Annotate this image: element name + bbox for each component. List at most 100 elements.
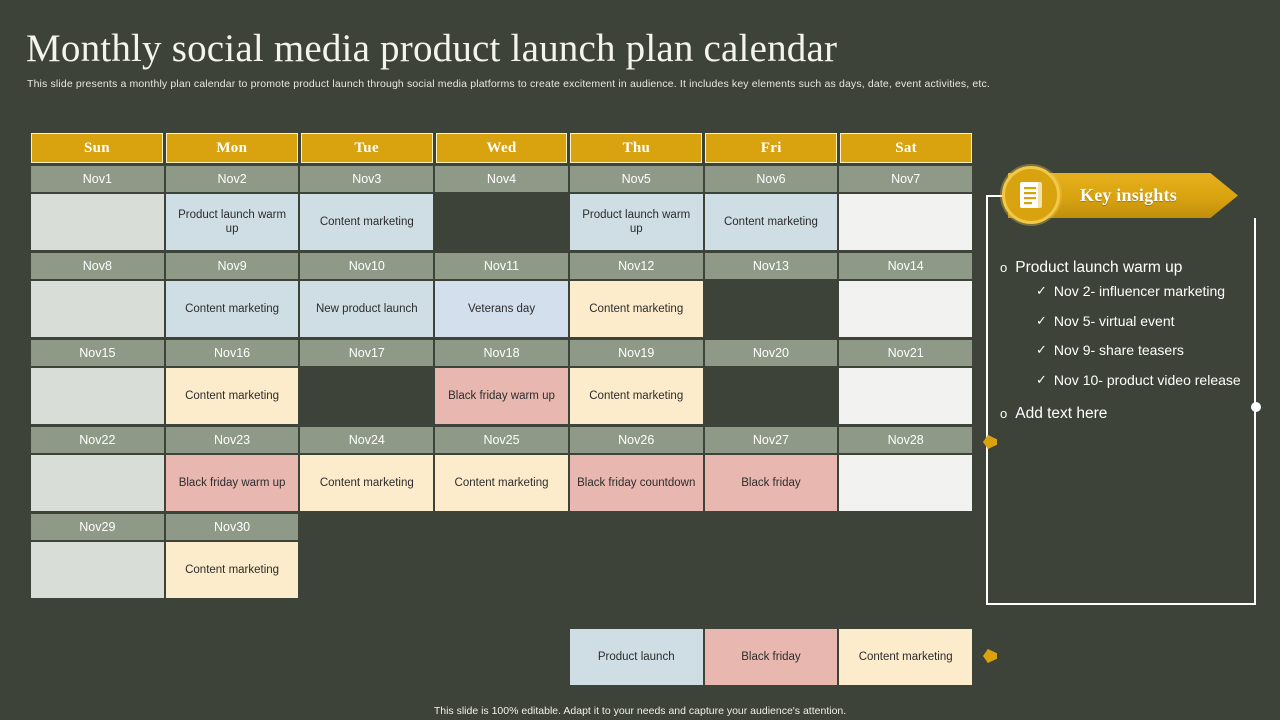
key-insight-item[interactable]: ✓ Nov 5- virtual event [1036,313,1252,331]
calendar-event-cell[interactable]: Content marketing [165,281,299,337]
calendar-date-label: Nov1 [31,166,164,192]
calendar-event-cell[interactable] [839,281,973,337]
calendar-day-cell[interactable]: Nov19 Content marketing [569,340,703,424]
calendar-day-cell[interactable]: Content marketing [839,601,973,685]
calendar-day-cell[interactable]: Nov26 Black friday countdown [569,427,703,511]
calendar-day-cell[interactable]: Nov16 Content marketing [165,340,299,424]
calendar-event-cell[interactable]: Content marketing [839,629,973,685]
calendar-event-cell[interactable]: Black friday warm up [435,368,568,424]
panel-resize-handle[interactable] [1251,402,1261,412]
calendar-event-cell[interactable]: Product launch warm up [569,194,703,250]
calendar-date-label: Nov28 [839,427,973,453]
calendar-event-cell[interactable] [31,281,164,337]
calendar-date-label [300,601,434,627]
calendar-event-cell[interactable]: Content marketing [569,281,703,337]
calendar-day-cell[interactable]: Nov21 [839,340,973,424]
calendar-date-label: Nov21 [839,340,973,366]
calendar-event-cell[interactable]: Content marketing [300,194,434,250]
calendar-day-header-row: Sun Mon Tue Wed Thu Fri Sat [31,133,973,163]
calendar-day-cell[interactable]: Nov3 Content marketing [300,166,434,250]
calendar-event-cell[interactable] [704,368,838,424]
calendar-event-cell[interactable] [435,194,568,250]
calendar-event-cell[interactable]: Content marketing [300,455,434,511]
calendar-event-cell[interactable]: Content marketing [435,455,568,511]
calendar-weeks: Nov1 Nov2 Product launch warm up Nov3 Conten… [31,166,973,685]
key-insight-item[interactable]: ✓ Nov 9- share teasers [1036,342,1252,360]
calendar-event-cell[interactable] [165,629,299,685]
calendar-event-cell[interactable]: New product launch [300,281,434,337]
calendar-event-cell[interactable] [839,455,973,511]
calendar-day-cell[interactable]: Nov30 Content marketing [165,514,299,598]
key-insight-item[interactable]: ✓ Nov 10- product video release [1036,372,1252,390]
calendar-day-cell[interactable]: Nov18 Black friday warm up [435,340,568,424]
calendar-day-cell[interactable]: Nov4 [435,166,568,250]
calendar-date-label: Nov5 [569,166,703,192]
calendar-day-cell[interactable]: Nov23 Black friday warm up [165,427,299,511]
calendar-day-cell[interactable]: Nov29 [31,514,164,598]
calendar-event-cell[interactable] [300,368,434,424]
key-insight-heading[interactable]: o Add text here [1000,401,1252,429]
calendar-day-cell[interactable]: Nov14 [839,253,973,337]
calendar-event-cell[interactable]: Black friday [704,455,838,511]
calendar-day-cell[interactable]: Nov2 Product launch warm up [165,166,299,250]
calendar-date-label: Nov10 [300,253,434,279]
calendar-day-cell[interactable]: Nov13 [704,253,838,337]
calendar-event-cell[interactable] [31,542,164,598]
calendar-event-cell[interactable] [31,368,164,424]
calendar-event-cell[interactable]: Black friday countdown [569,455,703,511]
key-insight-item[interactable]: ✓ Nov 2- influencer marketing [1036,283,1252,301]
key-insight-item-label: Nov 9- share teasers [1053,342,1184,358]
calendar-day-cell[interactable] [704,514,838,598]
calendar-event-cell[interactable]: Content marketing [165,542,299,598]
calendar-event-cell[interactable] [31,629,164,685]
calendar-day-cell[interactable]: Nov1 [31,166,164,250]
calendar-day-cell[interactable] [435,601,568,685]
calendar-day-cell[interactable]: Nov20 [704,340,838,424]
calendar-day-cell[interactable]: Nov6 Content marketing [704,166,838,250]
calendar-day-cell[interactable]: Nov9 Content marketing [165,253,299,337]
calendar-event-cell[interactable] [839,542,973,598]
calendar-day-cell[interactable] [300,601,434,685]
calendar-event-cell[interactable]: Black friday [704,629,838,685]
calendar-day-cell[interactable]: Nov15 [31,340,164,424]
calendar-day-cell[interactable]: Nov7 [839,166,973,250]
calendar-day-cell[interactable]: Nov22 [31,427,164,511]
calendar-event-cell[interactable] [300,542,434,598]
calendar-event-cell[interactable]: Black friday warm up [165,455,299,511]
calendar-day-cell[interactable]: Black friday [704,601,838,685]
calendar-event-cell[interactable]: Content marketing [165,368,299,424]
calendar-event-cell[interactable]: Content marketing [704,194,838,250]
calendar-day-cell[interactable] [435,514,568,598]
calendar-event-cell[interactable] [435,629,568,685]
calendar-event-cell[interactable]: Product launch [569,629,703,685]
calendar-day-cell[interactable] [569,514,703,598]
calendar-day-cell[interactable]: Product launch [569,601,703,685]
calendar-day-cell[interactable]: Nov8 [31,253,164,337]
calendar-day-cell[interactable]: Nov17 [300,340,434,424]
calendar-day-cell[interactable]: Nov12 Content marketing [569,253,703,337]
calendar-event-cell[interactable]: Product launch warm up [165,194,299,250]
calendar-day-cell[interactable] [31,601,164,685]
calendar-event-cell[interactable] [704,281,838,337]
key-insight-heading[interactable]: o Product launch warm up [1000,255,1252,283]
calendar-event-cell[interactable] [300,629,434,685]
calendar-day-cell[interactable]: Nov5 Product launch warm up [569,166,703,250]
calendar-day-cell[interactable]: Nov10 New product launch [300,253,434,337]
calendar-event-cell[interactable] [31,455,164,511]
calendar-event-cell[interactable]: Veterans day [435,281,568,337]
calendar-day-cell[interactable]: Nov27 Black friday [704,427,838,511]
calendar-day-cell[interactable]: Nov28 [839,427,973,511]
calendar-event-cell[interactable] [704,542,838,598]
calendar-day-cell[interactable] [165,601,299,685]
calendar-day-cell[interactable] [839,514,973,598]
calendar-event-cell[interactable] [31,194,164,250]
calendar-day-cell[interactable]: Nov25 Content marketing [435,427,568,511]
calendar-event-cell[interactable] [839,368,973,424]
calendar-day-cell[interactable]: Nov11 Veterans day [435,253,568,337]
calendar-day-cell[interactable] [300,514,434,598]
calendar-event-cell[interactable] [435,542,568,598]
calendar-event-cell[interactable]: Content marketing [569,368,703,424]
calendar-day-cell[interactable]: Nov24 Content marketing [300,427,434,511]
calendar-event-cell[interactable] [839,194,973,250]
calendar-event-cell[interactable] [569,542,703,598]
